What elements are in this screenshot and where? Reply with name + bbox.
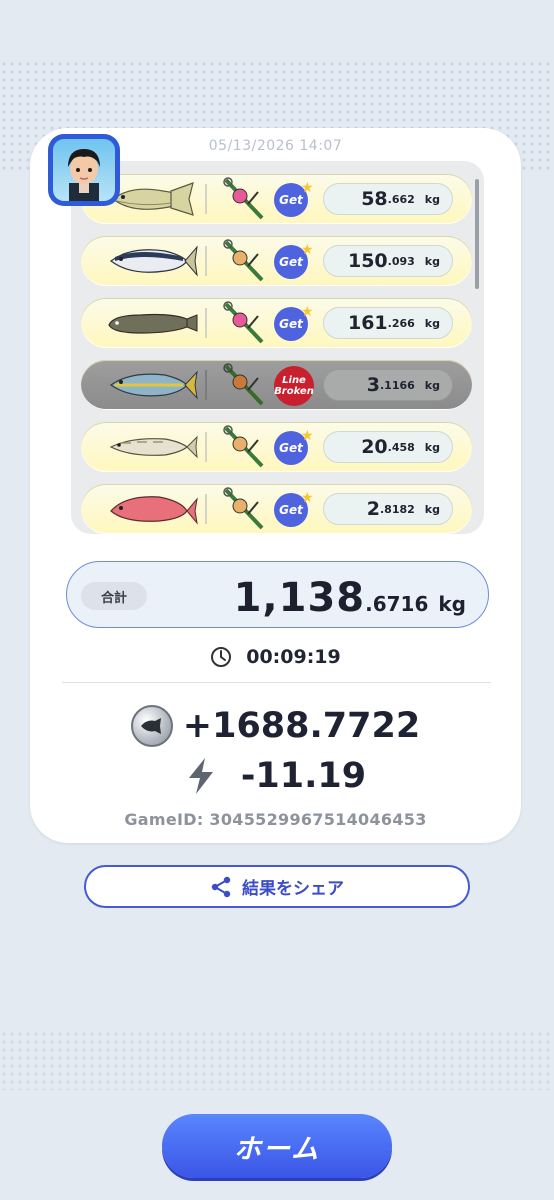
divider bbox=[205, 494, 207, 524]
weight-unit: kg bbox=[424, 192, 440, 206]
avatar-image bbox=[53, 139, 115, 201]
star-icon: ★ bbox=[301, 242, 314, 258]
list-item-broken[interactable]: Line Broken 3 .1166 kg bbox=[81, 360, 472, 410]
share-button-label: 結果をシェア bbox=[242, 879, 344, 899]
total-integer: 1,138 bbox=[233, 575, 366, 621]
coin-reward: +1688.7722 bbox=[30, 705, 521, 747]
broken-label-line1: Line bbox=[282, 375, 306, 386]
list-item[interactable]: Get ★ 58 .662 kg bbox=[81, 174, 472, 224]
home-button[interactable]: ホーム bbox=[162, 1114, 392, 1178]
tuna-fish-icon bbox=[109, 245, 198, 277]
total-weight-panel: 合計 1,138 .6716 kg bbox=[66, 561, 489, 628]
weight-pill: 161 .266 kg bbox=[323, 307, 453, 339]
fishing-rod-icon bbox=[223, 363, 264, 406]
total-label: 合計 bbox=[81, 582, 147, 610]
weight-decimal: .1166 bbox=[380, 378, 415, 392]
star-icon: ★ bbox=[301, 490, 314, 506]
weight-pill: 20 .458 kg bbox=[323, 431, 453, 463]
weight-unit: kg bbox=[424, 316, 440, 330]
coin-icon bbox=[130, 705, 173, 747]
total-weight-value: 1,138 .6716 kg bbox=[234, 575, 466, 621]
energy-value: -11.19 bbox=[240, 756, 367, 796]
game-id: GameID: 3045529967514046453 bbox=[124, 810, 427, 829]
star-icon: ★ bbox=[301, 304, 314, 320]
lightning-icon bbox=[188, 758, 213, 794]
scrollbar[interactable] bbox=[475, 179, 479, 289]
weight-integer: 58 bbox=[361, 188, 388, 210]
weight-integer: 150 bbox=[347, 250, 388, 272]
star-icon: ★ bbox=[301, 180, 314, 196]
fishing-rod-icon bbox=[223, 425, 264, 468]
energy-change: -11.19 bbox=[30, 756, 521, 796]
weight-decimal: .093 bbox=[387, 254, 415, 268]
amberjack-fish-icon bbox=[109, 370, 198, 400]
clock-icon bbox=[211, 647, 232, 667]
list-item[interactable]: Get ★ 2 .8182 kg bbox=[81, 484, 472, 534]
share-icon bbox=[211, 876, 231, 897]
weight-unit: kg bbox=[424, 378, 440, 392]
weight-unit: kg bbox=[424, 440, 440, 454]
result-card: 05/13/2026 14:07 Get ★ 58 .662 kg Get ★ … bbox=[30, 128, 521, 843]
avatar[interactable] bbox=[48, 134, 120, 206]
list-item[interactable]: Get ★ 150 .093 kg bbox=[81, 236, 472, 286]
weight-decimal: .662 bbox=[387, 192, 415, 206]
coin-value: +1688.7722 bbox=[182, 706, 421, 746]
weight-unit: kg bbox=[424, 254, 440, 268]
weight-decimal: .266 bbox=[387, 316, 415, 330]
section-divider bbox=[62, 682, 491, 683]
divider bbox=[205, 370, 207, 400]
share-results-button[interactable]: 結果をシェア bbox=[84, 865, 470, 908]
star-icon: ★ bbox=[301, 428, 314, 444]
timer-value: 00:09:19 bbox=[246, 646, 341, 668]
catch-list[interactable]: Get ★ 58 .662 kg Get ★ 150 .093 kg Get ★… bbox=[71, 161, 484, 534]
divider bbox=[205, 184, 207, 214]
weight-decimal: .458 bbox=[387, 440, 415, 454]
divider bbox=[205, 432, 207, 462]
fishing-rod-icon bbox=[223, 239, 264, 282]
weight-pill: 2 .8182 kg bbox=[323, 493, 453, 525]
weight-pill: 3 .1166 kg bbox=[323, 369, 453, 401]
weight-integer: 2 bbox=[366, 498, 380, 520]
elapsed-time: 00:09:19 bbox=[30, 646, 521, 668]
salmon-fish-icon bbox=[109, 435, 198, 459]
weight-decimal: .8182 bbox=[380, 502, 415, 516]
weight-pill: 58 .662 kg bbox=[323, 183, 453, 215]
weight-integer: 161 bbox=[347, 312, 388, 334]
weight-integer: 3 bbox=[366, 374, 380, 396]
dot-pattern-bottom bbox=[0, 1030, 554, 1090]
divider bbox=[205, 308, 207, 338]
weight-pill: 150 .093 kg bbox=[323, 245, 453, 277]
fishing-rod-icon bbox=[223, 177, 264, 220]
line-broken-badge: Line Broken bbox=[274, 366, 314, 406]
fishing-rod-icon bbox=[223, 487, 264, 530]
list-item[interactable]: Get ★ 20 .458 kg bbox=[81, 422, 472, 472]
home-button-label: ホーム bbox=[233, 1133, 321, 1165]
catfish-fish-icon bbox=[108, 313, 198, 334]
total-unit: kg bbox=[438, 592, 466, 616]
broken-label-line2: Broken bbox=[274, 386, 314, 397]
divider bbox=[205, 246, 207, 276]
list-item[interactable]: Get ★ 161 .266 kg bbox=[81, 298, 472, 348]
weight-integer: 20 bbox=[361, 436, 388, 458]
sea-bream-fish-icon bbox=[110, 496, 198, 525]
total-decimal: .6716 bbox=[365, 592, 429, 616]
fishing-rod-icon bbox=[223, 301, 264, 344]
weight-unit: kg bbox=[424, 502, 440, 516]
